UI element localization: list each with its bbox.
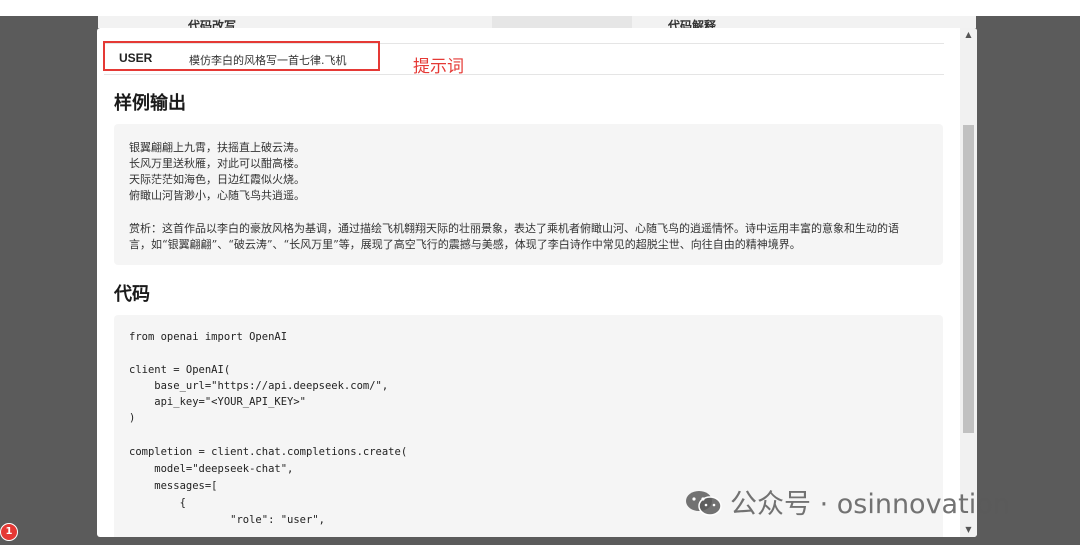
scroll-down-arrow-icon[interactable]: ▼ xyxy=(960,523,977,537)
background-tab-divider xyxy=(492,16,632,28)
background-tab-code-rewrite: 代码改写 xyxy=(188,19,237,28)
code-line: client = OpenAI( xyxy=(129,364,231,376)
code-line: "role": "user", xyxy=(129,514,325,526)
watermark-text: 公众号 · osinnovation xyxy=(730,489,1010,520)
code-line: api_key="<YOUR_API_KEY>" xyxy=(129,396,307,408)
code-section-title: 代码 xyxy=(114,284,150,305)
output-line: 天际茫茫如海色，日边红霞似火烧。 xyxy=(129,173,305,186)
watermark: 公众号 · osinnovation xyxy=(684,482,1010,522)
code-line: completion = client.chat.completions.cre… xyxy=(129,446,408,458)
code-line: { xyxy=(129,497,186,509)
scroll-thumb[interactable] xyxy=(963,125,974,433)
code-line: ) xyxy=(129,412,136,424)
code-line: base_url="https://api.deepseek.com/", xyxy=(129,380,389,392)
output-panel: 银翼翩翩上九霄，扶摇直上破云涛。 长风万里送秋雁，对此可以酣高楼。 天际茫茫如海… xyxy=(114,124,943,265)
output-line: 言，如“银翼翩翩”、“破云涛”、“长风万里”等，展现了高空飞行的震撼与美感，体现… xyxy=(129,238,801,251)
background-tab-code-explain: 代码解释 xyxy=(668,19,717,28)
example-modal: USER 模仿李白的风格写一首七律.飞机 提示词 样例输出 银翼翩翩上九霄，扶摇… xyxy=(97,28,977,537)
modal-scrollbar[interactable]: ▲ ▼ xyxy=(960,28,977,537)
notification-badge[interactable]: 1 xyxy=(0,523,18,541)
wechat-icon xyxy=(684,489,724,517)
output-line: 赏析：这首作品以李白的豪放风格为基调，通过描绘飞机翱翔天际的壮丽景象，表达了乘机… xyxy=(129,222,899,235)
output-line: 俯瞰山河皆渺小，心随飞鸟共逍遥。 xyxy=(129,189,305,202)
annotation-label: 提示词 xyxy=(413,57,464,77)
modal-content: USER 模仿李白的风格写一首七律.飞机 提示词 样例输出 银翼翩翩上九霄，扶摇… xyxy=(97,28,959,537)
background-tab-bar: 代码改写 代码解释 xyxy=(98,16,976,28)
code-line: messages=[ xyxy=(129,480,218,492)
code-line: from openai import OpenAI xyxy=(129,331,288,343)
top-strip xyxy=(0,0,1080,16)
output-section-title: 样例输出 xyxy=(114,93,186,114)
code-line: model="deepseek-chat", xyxy=(129,463,294,475)
output-line: 长风万里送秋雁，对此可以酣高楼。 xyxy=(129,157,305,170)
output-line: 银翼翩翩上九霄，扶摇直上破云涛。 xyxy=(129,141,305,154)
scroll-up-arrow-icon[interactable]: ▲ xyxy=(960,28,977,42)
annotation-highlight-box xyxy=(103,41,380,71)
